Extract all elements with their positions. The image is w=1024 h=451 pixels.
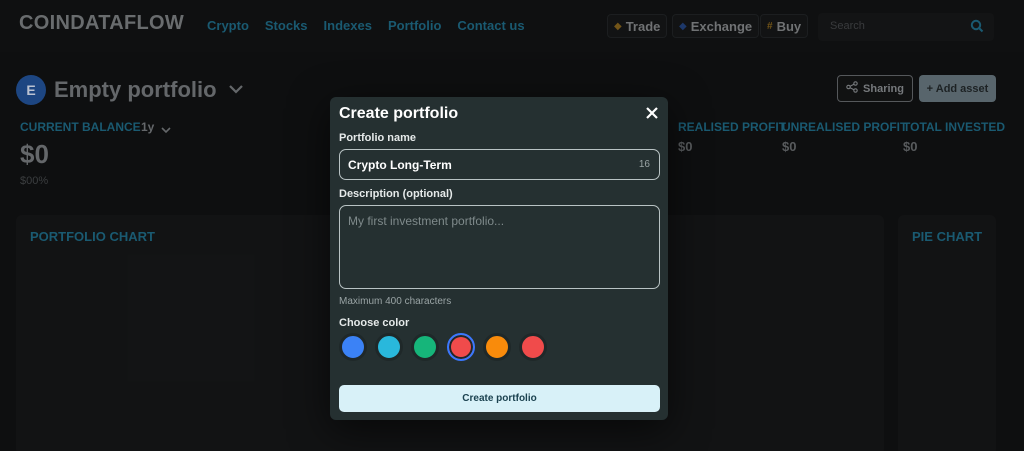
portfolio-name-label: Portfolio name [339,132,417,144]
color-swatch-orange[interactable] [483,333,511,361]
close-icon[interactable] [644,105,660,121]
color-swatch-cyan[interactable] [375,333,403,361]
description-label: Description (optional) [339,188,453,200]
color-swatch-green[interactable] [411,333,439,361]
color-swatch-blue[interactable] [339,333,367,361]
color-picker [339,333,547,361]
create-portfolio-dialog: Create portfolio Portfolio name Crypto L… [330,97,668,420]
dialog-title: Create portfolio [339,105,459,122]
color-swatch-red[interactable] [447,333,475,361]
description-help-text: Maximum 400 characters [339,296,452,307]
portfolio-name-input[interactable]: Crypto Long-Term 16 [339,149,660,180]
choose-color-label: Choose color [339,317,410,329]
description-textarea[interactable]: My first investment portfolio... [339,205,660,289]
portfolio-name-char-count: 16 [638,159,650,170]
portfolio-name-value: Crypto Long-Term [348,158,452,172]
color-swatch-red-alt[interactable] [519,333,547,361]
create-portfolio-button[interactable]: Create portfolio [339,385,660,412]
description-placeholder: My first investment portfolio... [348,214,505,228]
